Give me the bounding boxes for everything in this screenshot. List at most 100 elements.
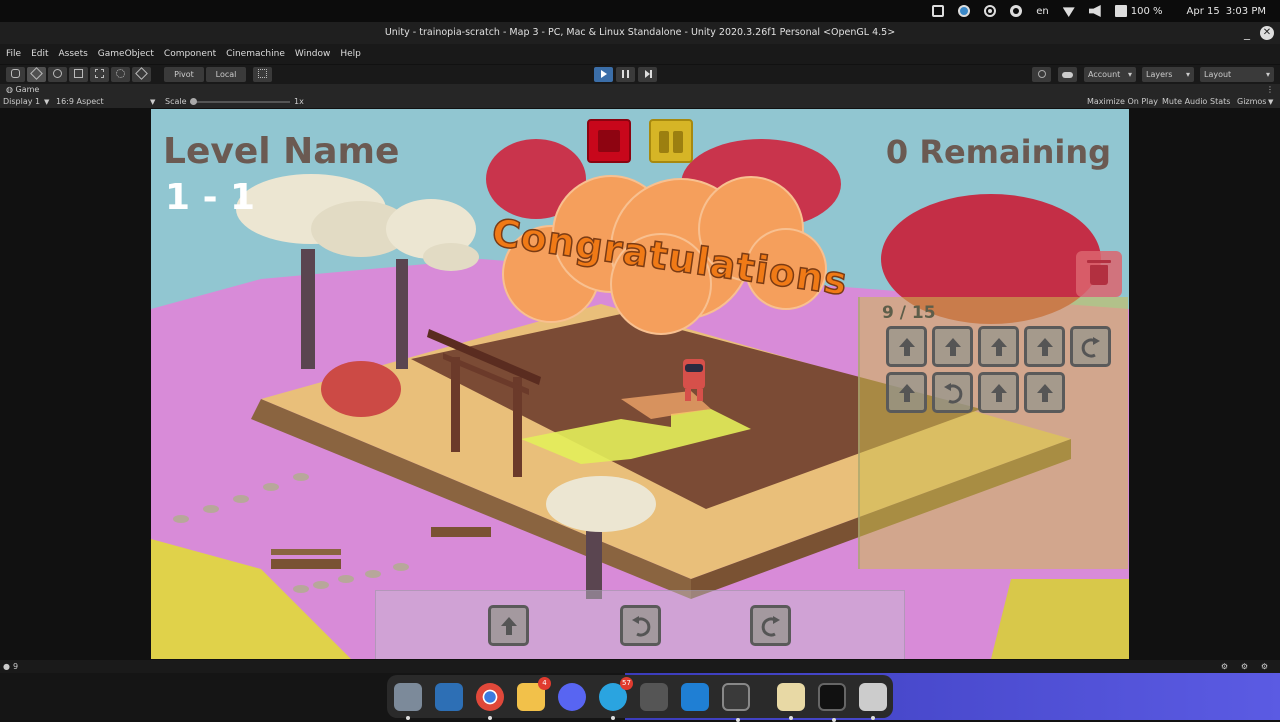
lighting-icon[interactable]: ⚙ xyxy=(1221,660,1228,673)
scale-tool-icon[interactable] xyxy=(69,67,88,82)
console-message-count[interactable]: 9 xyxy=(13,660,18,673)
discord-icon[interactable] xyxy=(558,683,586,711)
program-block-turn-right[interactable] xyxy=(1070,326,1111,367)
menu-edit[interactable]: Edit xyxy=(31,49,48,59)
palette-block-turn-left[interactable] xyxy=(620,605,661,646)
palette-block-arrow-up[interactable] xyxy=(488,605,529,646)
text-editor-icon[interactable] xyxy=(777,683,805,720)
program-block-arrow-up[interactable] xyxy=(886,326,927,367)
menu-window[interactable]: Window xyxy=(295,49,331,59)
clock-date[interactable]: Apr 15 xyxy=(1187,6,1220,17)
palette-block-turn-right[interactable] xyxy=(750,605,791,646)
language-indicator[interactable]: en xyxy=(1036,6,1049,17)
close-button[interactable]: ✕ xyxy=(1260,26,1274,40)
game-view-tab[interactable]: ◍ Game ⋮ xyxy=(0,84,1280,96)
menu-help[interactable]: Help xyxy=(340,49,361,59)
layout-dropdown[interactable]: Layout xyxy=(1200,67,1274,82)
account-dropdown[interactable]: Account xyxy=(1084,67,1136,82)
rotate-tool-icon[interactable] xyxy=(48,67,67,82)
grid-snap-icon[interactable] xyxy=(253,67,272,82)
gizmos-toggle[interactable]: Gizmos xyxy=(1237,96,1266,108)
display-dropdown-arrow[interactable]: ▼ xyxy=(44,96,49,108)
program-block-arrow-up[interactable] xyxy=(1024,372,1065,413)
custom-tool-icon[interactable] xyxy=(132,67,151,82)
collab-icon[interactable] xyxy=(1032,67,1051,82)
gizmos-dropdown-arrow[interactable]: ▼ xyxy=(1268,96,1273,108)
aspect-dropdown-arrow[interactable]: ▼ xyxy=(150,96,155,108)
torii-gate-left-post xyxy=(451,357,460,452)
turn-right-icon xyxy=(761,616,780,637)
menu-file[interactable]: File xyxy=(6,49,21,59)
mail-app-icon[interactable]: 4 xyxy=(517,677,551,711)
hand-tool-icon[interactable] xyxy=(6,67,25,82)
program-block-arrow-up[interactable] xyxy=(932,326,973,367)
chrome-icon[interactable] xyxy=(476,683,504,720)
transform-tool-icon[interactable] xyxy=(111,67,130,82)
program-panel[interactable]: 9 / 15 xyxy=(858,297,1128,569)
arrow-up-icon xyxy=(945,338,961,356)
rect-tool-icon[interactable] xyxy=(90,67,109,82)
program-block-turn-left[interactable] xyxy=(932,372,973,413)
screenshot-icon[interactable] xyxy=(932,5,945,17)
tab-menu-icon[interactable]: ⋮ xyxy=(1266,84,1274,96)
remaining-count: 0 Remaining xyxy=(885,133,1111,171)
volume-icon[interactable] xyxy=(1088,5,1101,17)
scale-slider[interactable] xyxy=(190,101,290,103)
disk-manager-icon[interactable] xyxy=(859,683,887,720)
telegram-icon[interactable]: 57 xyxy=(599,677,633,720)
arrow-up-icon xyxy=(1037,338,1053,356)
program-block-arrow-up[interactable] xyxy=(1024,326,1065,367)
stats-toggle[interactable]: Stats xyxy=(1210,96,1230,108)
pause-button[interactable] xyxy=(616,67,635,82)
stop-button[interactable] xyxy=(587,119,631,163)
scale-slider-handle[interactable] xyxy=(190,98,197,105)
settings-tray-icon[interactable] xyxy=(984,5,997,17)
sync-tray-icon[interactable] xyxy=(1010,5,1023,17)
cache-icon[interactable]: ⚙ xyxy=(1241,660,1248,673)
game-tab-label: Game xyxy=(15,85,40,94)
program-block-arrow-up[interactable] xyxy=(886,372,927,413)
files-app-icon[interactable] xyxy=(394,683,422,720)
aspect-dropdown[interactable]: 16:9 Aspect xyxy=(56,96,104,108)
local-toggle[interactable]: Local xyxy=(206,67,246,82)
block-count: 9 / 15 xyxy=(882,303,936,323)
game-pause-button[interactable] xyxy=(649,119,693,163)
program-block-arrow-up[interactable] xyxy=(978,326,1019,367)
vscode-icon[interactable] xyxy=(681,683,709,711)
wifi-icon[interactable] xyxy=(1062,7,1075,17)
browser-tray-icon[interactable] xyxy=(958,5,971,17)
progress-icon[interactable]: ⚙ xyxy=(1261,660,1268,673)
display-dropdown[interactable]: Display 1 xyxy=(3,96,40,108)
menu-gameobject[interactable]: GameObject xyxy=(98,49,154,59)
unity-editor-icon[interactable] xyxy=(818,683,846,722)
cloud-icon[interactable] xyxy=(1058,67,1077,82)
torii-gate-right-post xyxy=(513,377,522,477)
app-grid-icon[interactable] xyxy=(435,683,463,711)
turn-right-icon xyxy=(1081,337,1100,358)
maximize-on-play-toggle[interactable]: Maximize On Play xyxy=(1087,96,1158,108)
program-block-arrow-up[interactable] xyxy=(978,372,1019,413)
game-view-controls: Display 1 ▼ 16:9 Aspect ▼ Scale 1x Maxim… xyxy=(0,96,1280,108)
menu-cinemachine[interactable]: Cinemachine xyxy=(226,49,285,59)
battery-icon[interactable] xyxy=(1114,5,1127,17)
editor-toolbar: Pivot Local Account Layers Layout xyxy=(0,64,1280,84)
menu-assets[interactable]: Assets xyxy=(59,49,88,59)
info-icon[interactable]: ● xyxy=(3,660,10,673)
pivot-toggle[interactable]: Pivot xyxy=(164,67,204,82)
unity-hub-icon[interactable] xyxy=(640,683,668,711)
mute-audio-toggle[interactable]: Mute Audio xyxy=(1162,96,1207,108)
taskbar-dock: 4 57 xyxy=(387,675,893,722)
play-button[interactable] xyxy=(594,67,613,82)
clock-time[interactable]: 3:03 PM xyxy=(1226,6,1266,17)
step-button[interactable] xyxy=(638,67,657,82)
system-monitor-icon[interactable] xyxy=(722,683,750,722)
pause-icon xyxy=(622,69,629,78)
layers-dropdown[interactable]: Layers xyxy=(1142,67,1194,82)
arrow-up-icon xyxy=(1037,384,1053,402)
move-tool-icon[interactable] xyxy=(27,67,46,82)
game-viewport[interactable]: Level Name 1 - 1 0 Remaining Congratulat… xyxy=(151,109,1129,659)
minimize-button[interactable]: _ xyxy=(1244,22,1250,44)
menu-component[interactable]: Component xyxy=(164,49,216,59)
battery-percentage: 100 % xyxy=(1130,5,1163,17)
trash-button[interactable] xyxy=(1076,251,1122,297)
